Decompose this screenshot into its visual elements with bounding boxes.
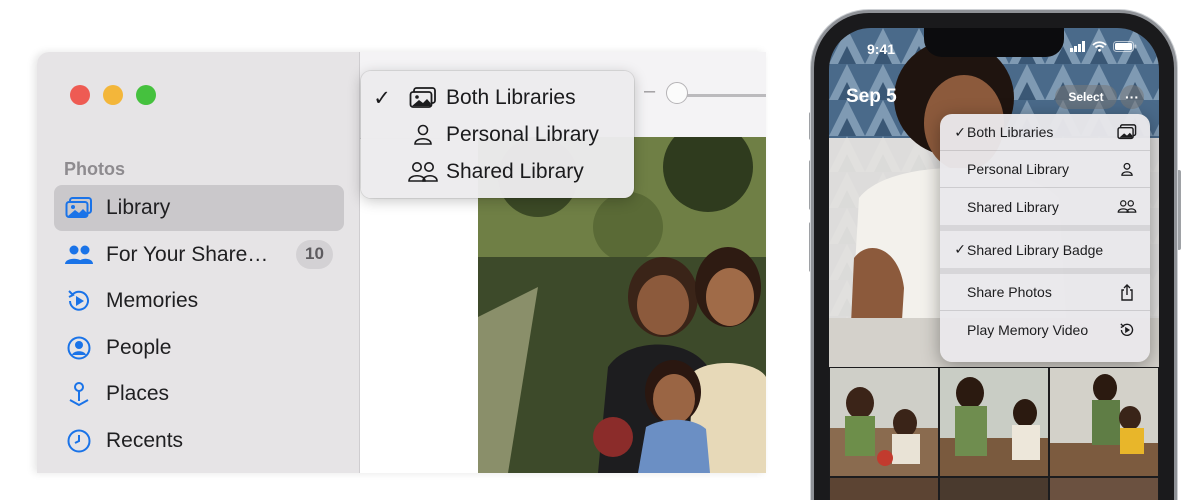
photo-thumbnail[interactable]: [829, 367, 939, 477]
menu-item-label: Share Photos: [967, 284, 1052, 300]
menu-item-label: Shared Library: [967, 198, 1059, 215]
signal-icon: [1070, 41, 1085, 52]
close-window-button[interactable]: [70, 85, 90, 105]
volume-up-button[interactable]: [809, 160, 813, 210]
checkmark-icon: ✓: [373, 86, 391, 110]
menu-item-play-memory-video[interactable]: Play Memory Video: [940, 311, 1150, 348]
sidebar-item-library[interactable]: Library: [54, 185, 344, 231]
checkmark-icon: ✓: [954, 123, 966, 140]
sidebar-item-places[interactable]: Places: [54, 371, 344, 417]
zoom-window-button[interactable]: [136, 85, 156, 105]
photo-thumbnail[interactable]: [1049, 367, 1159, 477]
menu-item-label: Personal Library: [446, 123, 599, 146]
sidebar-item-label: Places: [106, 382, 170, 405]
checkmark-icon: ✓: [954, 241, 966, 257]
memory-play-icon: [1116, 320, 1138, 340]
sidebar-item-label: Recents: [106, 428, 184, 452]
menu-item-label: Personal Library: [967, 161, 1069, 177]
menu-item-share-photos[interactable]: Share Photos: [940, 274, 1150, 311]
status-time: 9:41: [867, 41, 896, 57]
photo-thumbnail-grid: [829, 367, 1159, 500]
sidebar-item-label: For Your Share…: [106, 242, 269, 266]
iphone-device: 9:41 Sep 5 Select ··· ✓ Both Libraries P…: [814, 13, 1174, 500]
phone-screen: 9:41 Sep 5 Select ··· ✓ Both Libraries P…: [829, 28, 1159, 500]
wifi-icon: [1092, 41, 1107, 52]
photo-thumbnail[interactable]: [1049, 477, 1159, 500]
two-people-icon: [403, 159, 443, 185]
sidebar-item-label: Library: [106, 196, 171, 219]
menu-item-label: Shared Library Badge: [967, 241, 1104, 258]
zoom-slider-track[interactable]: [685, 94, 766, 97]
sidebar: Photos Library For Your Share… 10 Memori…: [37, 52, 360, 473]
menu-item-label: Both Libraries: [446, 86, 576, 109]
person-circle-icon: [64, 335, 94, 361]
action-button[interactable]: [809, 112, 813, 140]
photos-stack-icon: [403, 85, 443, 111]
person-icon: [1116, 159, 1138, 179]
photo-date: Sep 5: [846, 86, 897, 107]
menu-item-both-libraries[interactable]: ✓ Both Libraries: [361, 81, 634, 115]
memories-icon: [64, 288, 94, 314]
sidebar-section-title: Photos: [64, 159, 125, 179]
two-people-icon: [1116, 197, 1138, 217]
status-icons: [1070, 41, 1137, 52]
power-button[interactable]: [1177, 170, 1181, 250]
battery-icon: [1113, 41, 1137, 52]
volume-down-button[interactable]: [809, 222, 813, 272]
menu-item-label: Play Memory Video: [967, 321, 1089, 338]
sidebar-item-label: People: [106, 335, 172, 359]
select-button[interactable]: Select: [1055, 85, 1117, 109]
library-context-menu: ✓ Both Libraries Personal Library Shared…: [940, 114, 1150, 362]
photos-stack-icon: [1116, 122, 1138, 142]
share-icon: [1116, 282, 1138, 302]
menu-item-shared-library[interactable]: Shared Library: [361, 155, 634, 189]
more-button[interactable]: ···: [1120, 85, 1144, 109]
dynamic-notch: [924, 28, 1064, 57]
minimize-window-button[interactable]: [103, 85, 123, 105]
menu-item-label: Both Libraries: [967, 124, 1054, 140]
menu-item-personal-library[interactable]: Personal Library: [940, 151, 1150, 188]
menu-item-label: Shared Library: [446, 160, 584, 183]
sidebar-list: Library For Your Share… 10 Memories Peop…: [54, 185, 344, 464]
zoom-out-icon[interactable]: –: [644, 80, 655, 103]
menu-item-both-libraries[interactable]: ✓ Both Libraries: [940, 114, 1150, 151]
count-badge: 10: [296, 239, 333, 269]
zoom-slider-knob[interactable]: [666, 82, 688, 104]
menu-item-shared-library[interactable]: Shared Library: [940, 188, 1150, 225]
photo-thumbnail[interactable]: [829, 477, 939, 500]
sidebar-item-people[interactable]: People: [54, 325, 344, 371]
library-icon: [64, 195, 94, 221]
sidebar-item-recents[interactable]: Recents: [54, 418, 344, 464]
menu-item-shared-library-badge[interactable]: ✓ Shared Library Badge: [940, 231, 1150, 268]
pin-icon: [64, 381, 94, 407]
library-dropdown-menu: ✓ Both Libraries Personal Library Shared…: [361, 71, 634, 198]
person-icon: [403, 122, 443, 148]
clock-icon: [64, 428, 94, 454]
photo-thumbnail[interactable]: [939, 477, 1049, 500]
photo-thumbnail[interactable]: [939, 367, 1049, 477]
people-icon: [64, 242, 94, 268]
sidebar-item-for-your-shared[interactable]: For Your Share… 10: [54, 232, 344, 278]
sidebar-item-memories[interactable]: Memories: [54, 278, 344, 324]
sidebar-item-label: Memories: [106, 289, 199, 312]
menu-item-personal-library[interactable]: Personal Library: [361, 118, 634, 152]
